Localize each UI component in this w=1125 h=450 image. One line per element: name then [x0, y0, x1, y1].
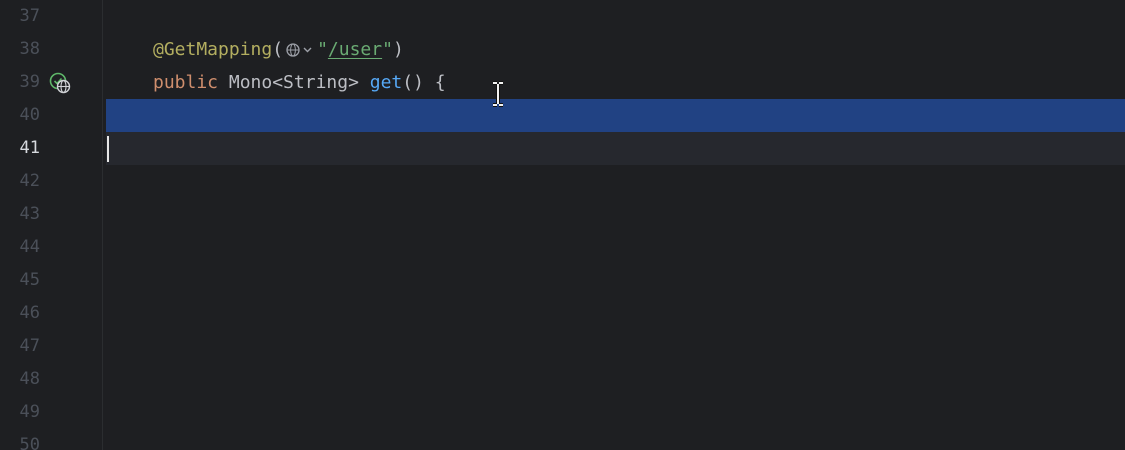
line-number: 37 [19, 6, 40, 26]
line-number: 40 [19, 105, 40, 125]
line-number: 50 [19, 435, 40, 450]
line-number: 39 [19, 72, 40, 92]
web-endpoint-icon[interactable] [48, 71, 72, 95]
ibeam-cursor-icon [490, 79, 506, 109]
line-number: 43 [19, 204, 40, 224]
gutter[interactable]: 37 38 39 40 41 42 43 44 45 46 47 48 49 5… [0, 0, 103, 450]
line-number: 45 [19, 270, 40, 290]
line-number: 47 [19, 336, 40, 356]
code-editor[interactable]: 37 38 39 40 41 42 43 44 45 46 47 48 49 5… [0, 0, 1125, 450]
line-number: 42 [19, 171, 40, 191]
line-number: 44 [19, 237, 40, 257]
line-number: 48 [19, 369, 40, 389]
line-number: 38 [19, 39, 40, 59]
current-line-number: 41 [19, 138, 40, 158]
line-number: 49 [19, 402, 40, 422]
line-number: 46 [19, 303, 40, 323]
